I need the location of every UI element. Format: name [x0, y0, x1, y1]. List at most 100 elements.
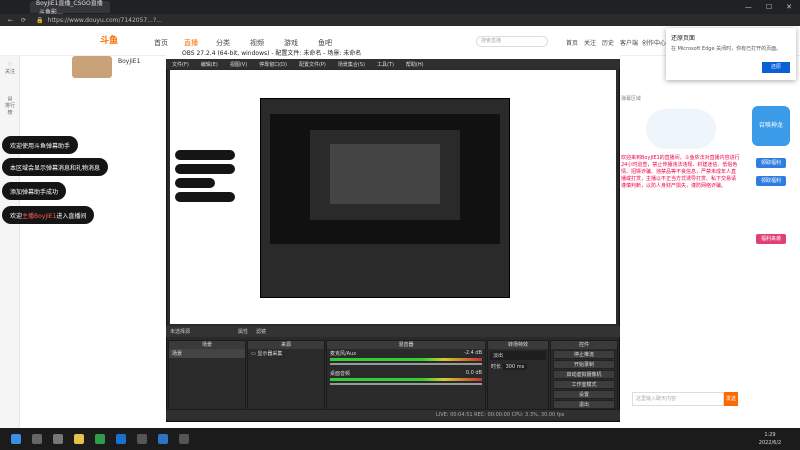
- settings-button[interactable]: 设置: [553, 390, 615, 399]
- stop-streaming-button[interactable]: 停止推流: [553, 350, 615, 359]
- transition-select[interactable]: 淡出: [490, 351, 546, 360]
- app-icon[interactable]: [179, 434, 189, 444]
- nav-right-creator[interactable]: 创作中心: [642, 38, 666, 47]
- browser-tab-bar: BoyJiE1直播_CSGO直播_斗鱼影… — ☐ ✕: [0, 0, 800, 16]
- chat-panel-title: 弹幕区域: [621, 96, 642, 102]
- clock-time: 1:29: [764, 432, 776, 438]
- streamer-name[interactable]: BoyJiE1: [118, 58, 140, 65]
- menu-scene-collection[interactable]: 场景集合(S): [338, 61, 365, 68]
- left-bar-rank-label: 排行榜: [4, 103, 15, 116]
- volume-slider[interactable]: [330, 363, 482, 365]
- refresh-icon[interactable]: ⟳: [21, 17, 26, 24]
- lock-icon: 🔒: [36, 16, 44, 24]
- volume-meter: [330, 378, 482, 381]
- channel-db: 0.0 dB: [465, 370, 482, 376]
- chat-message-text: 欢迎使用斗鱼弹幕助手: [10, 142, 71, 150]
- menu-help[interactable]: 帮助(H): [406, 61, 424, 68]
- filters-button[interactable]: 滤镜: [256, 328, 266, 335]
- obs-menu-bar: 文件(F) 编辑(E) 视图(V) 停靠窗口(D) 配置文件(P) 场景集合(S…: [166, 59, 620, 69]
- restore-pages-popup: 还原页面 在 Microsoft Edge 关闭时，你有已打开的页面。 还原: [666, 28, 796, 80]
- edge-icon[interactable]: [116, 434, 126, 444]
- obs-preview[interactable]: [170, 70, 616, 324]
- source-item[interactable]: ▭ 显示器采集: [248, 349, 324, 358]
- send-button[interactable]: 发送: [724, 392, 738, 406]
- menu-edit[interactable]: 编辑(E): [201, 61, 218, 68]
- nested-chat: [175, 192, 235, 202]
- search-icon[interactable]: [32, 434, 42, 444]
- site-logo[interactable]: 斗鱼: [100, 33, 132, 47]
- back-icon[interactable]: ←: [8, 17, 13, 24]
- nav-right-follow[interactable]: 关注: [584, 38, 596, 47]
- promo-button[interactable]: 福利来袭: [756, 234, 786, 244]
- monitor-icon: ▭: [251, 351, 256, 357]
- sources-title: 来源: [248, 341, 324, 349]
- studio-mode-button[interactable]: 工作室模式: [553, 380, 615, 389]
- menu-file[interactable]: 文件(F): [172, 61, 189, 68]
- scenes-dock: 场景 场景: [168, 340, 246, 410]
- nav-home[interactable]: 首页: [154, 38, 168, 48]
- nav-right-home[interactable]: 首页: [566, 38, 578, 47]
- promo-button[interactable]: 领取福利: [756, 158, 786, 168]
- obs-status-bar: LIVE: 00:04:51 REC: 00:00:00 CPU: 3.3%, …: [166, 410, 620, 420]
- restore-button[interactable]: 还原: [762, 62, 790, 73]
- nav-right-client[interactable]: 客户端: [620, 38, 638, 47]
- windows-start-icon[interactable]: [11, 434, 21, 444]
- left-bar-follow-label: 关注: [4, 69, 15, 75]
- exit-button[interactable]: 退出: [553, 400, 615, 409]
- nav-fishbar[interactable]: 鱼吧: [318, 38, 332, 48]
- menu-profile[interactable]: 配置文件(P): [299, 61, 326, 68]
- minimize-icon[interactable]: —: [745, 3, 752, 11]
- clock-date: 2022/6/2: [758, 440, 782, 446]
- address-bar[interactable]: ← ⟳ 🔒 https://www.douyu.com/7142057...?.…: [0, 14, 800, 26]
- virtual-camera-button[interactable]: 启动虚拟摄像机: [553, 370, 615, 379]
- chrome-icon[interactable]: [95, 434, 105, 444]
- controls-title: 控件: [551, 341, 617, 349]
- no-source-label: 未选择源: [170, 329, 191, 335]
- site-search-input[interactable]: 搜索直播: [476, 36, 548, 47]
- chat-message-text: 本区域会显示弹幕消息和礼物消息: [10, 164, 101, 172]
- chat-notice-text: 欢迎来到BoyJiE1的直播间，斗鱼依法对直播内容进行24小时巡查，禁止传播违法…: [621, 155, 740, 189]
- chat-message: 添加弹幕助手成功: [2, 182, 67, 200]
- obs-title: OBS 27.2.4 (64-bit, windows) - 配置文件: 未命名…: [182, 50, 362, 57]
- task-view-icon[interactable]: [53, 434, 63, 444]
- popup-title: 还原页面: [671, 35, 696, 42]
- nav-video[interactable]: 视频: [250, 38, 264, 48]
- duration-input[interactable]: 300 ms: [502, 364, 528, 370]
- nav-live[interactable]: 直播: [184, 38, 198, 48]
- nav-game[interactable]: 游戏: [284, 38, 298, 48]
- nested-chat: [175, 178, 215, 188]
- start-recording-button[interactable]: 开始录制: [553, 360, 615, 369]
- left-bar-follow[interactable]: ♡ 关注: [3, 62, 17, 75]
- scene-item[interactable]: 场景: [169, 349, 245, 358]
- chat-input[interactable]: 这里输入聊天内容: [632, 392, 724, 406]
- close-icon[interactable]: ✕: [786, 3, 792, 11]
- maximize-icon[interactable]: ☐: [766, 3, 772, 11]
- obs-icon[interactable]: [137, 434, 147, 444]
- channel-name: 桌面音频: [330, 371, 351, 377]
- properties-button[interactable]: 属性: [238, 328, 248, 335]
- obs-title-bar: OBS 27.2.4 (64-bit, windows) - 配置文件: 未命名…: [166, 48, 620, 59]
- streamer-avatar[interactable]: [72, 56, 112, 78]
- popup-desc: 在 Microsoft Edge 关闭时，你有已打开的页面。: [671, 46, 782, 52]
- transitions-title: 转场特效: [488, 341, 548, 349]
- duration-row: 时长 300 ms: [488, 362, 548, 371]
- promo-button[interactable]: 领取福利: [756, 176, 786, 186]
- promo-banner[interactable]: 召唤神龙: [752, 106, 790, 146]
- menu-dock[interactable]: 停靠窗口(D): [259, 61, 287, 68]
- url-text[interactable]: https://www.douyu.com/7142057...?...: [48, 17, 162, 24]
- windows-taskbar: [0, 428, 800, 450]
- chat-message-prefix: 欢迎: [10, 212, 23, 220]
- taskbar-clock[interactable]: 1:29 2022/6/2: [750, 431, 790, 447]
- nav-right-history[interactable]: 历史: [602, 38, 614, 47]
- mixer-channel: 桌面音频 0.0 dB: [327, 369, 485, 378]
- menu-view[interactable]: 视图(V): [230, 61, 247, 68]
- menu-tools[interactable]: 工具(T): [377, 61, 394, 68]
- volume-slider[interactable]: [330, 383, 482, 385]
- channel-name: 麦克风/Aux: [330, 351, 357, 357]
- mixer-channel: 麦克风/Aux -2.4 dB: [327, 349, 485, 358]
- steam-icon[interactable]: [158, 434, 168, 444]
- file-explorer-icon[interactable]: [74, 434, 84, 444]
- nav-category[interactable]: 分类: [216, 38, 230, 48]
- browser-tab[interactable]: BoyJiE1直播_CSGO直播_斗鱼影…: [30, 0, 110, 16]
- left-bar-rank[interactable]: ▤ 排行榜: [3, 96, 17, 116]
